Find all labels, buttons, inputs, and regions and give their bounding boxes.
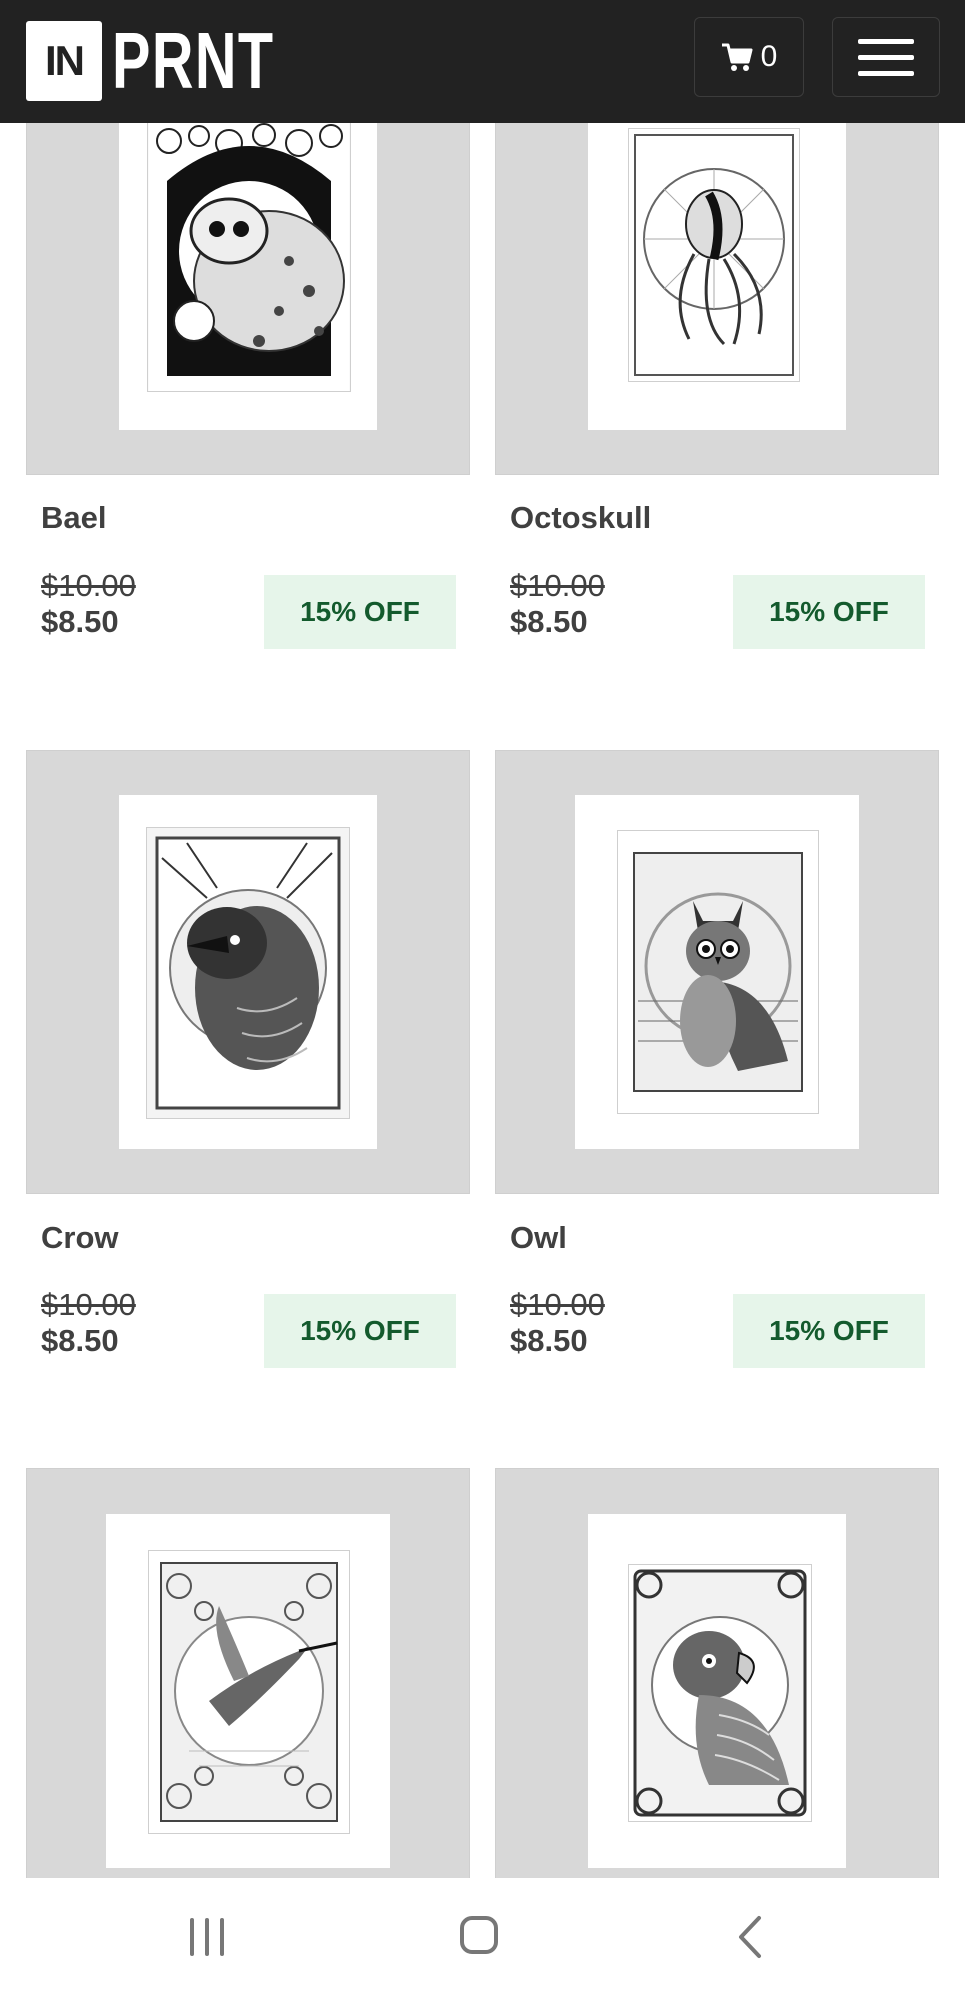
menu-button[interactable]	[832, 17, 940, 97]
print-mat	[588, 1514, 846, 1868]
parrot-artwork	[629, 1565, 811, 1821]
logo-box: IN	[26, 21, 102, 101]
product-image-frame[interactable]	[26, 1468, 470, 1888]
recent-apps-icon[interactable]	[186, 1918, 228, 1958]
original-price: $10.00	[510, 1287, 605, 1322]
discount-badge: 15% OFF	[733, 1294, 925, 1368]
product-image-frame[interactable]	[495, 1468, 939, 1888]
cart-count: 0	[760, 40, 778, 73]
system-nav-bar	[0, 1878, 965, 2000]
product-title[interactable]: Crow	[41, 1220, 119, 1256]
crow-artwork	[147, 828, 349, 1118]
back-icon[interactable]	[735, 1914, 765, 1960]
sale-price: $8.50	[41, 604, 119, 639]
artwork-image	[628, 128, 800, 382]
hummingbird-artwork	[149, 1551, 349, 1833]
product-image-frame[interactable]	[26, 750, 470, 1194]
hamburger-menu-icon	[858, 38, 914, 44]
discount-badge: 15% OFF	[264, 1294, 456, 1368]
original-price: $10.00	[41, 568, 136, 603]
cart-icon	[721, 43, 753, 71]
discount-badge: 15% OFF	[264, 575, 456, 649]
octoskull-artwork	[629, 129, 799, 381]
artwork-image	[617, 830, 819, 1114]
artwork-image	[628, 1564, 812, 1822]
print-mat	[119, 100, 377, 430]
sale-price: $8.50	[41, 1323, 119, 1358]
original-price: $10.00	[510, 568, 605, 603]
discount-badge: 15% OFF	[733, 575, 925, 649]
bael-artwork	[149, 121, 349, 391]
original-price: $10.00	[41, 1287, 136, 1322]
product-title[interactable]: Owl	[510, 1220, 567, 1256]
home-icon[interactable]	[460, 1916, 498, 1954]
artwork-image	[146, 827, 350, 1119]
product-title[interactable]: Octoskull	[510, 500, 651, 536]
print-mat	[106, 1514, 390, 1868]
owl-artwork	[618, 831, 818, 1113]
logo-text: PRNT	[112, 16, 275, 105]
artwork-image	[147, 120, 351, 392]
print-mat	[119, 795, 377, 1149]
artwork-image	[148, 1550, 350, 1834]
product-image-frame[interactable]	[495, 750, 939, 1194]
hamburger-line	[858, 70, 914, 76]
cart-button[interactable]: 0	[694, 17, 804, 97]
print-mat	[588, 100, 846, 430]
sale-price: $8.50	[510, 1323, 588, 1358]
print-mat	[575, 795, 859, 1149]
site-header: IN PRNT 0	[0, 0, 965, 123]
product-title[interactable]: Bael	[41, 500, 106, 536]
sale-price: $8.50	[510, 604, 588, 639]
inprnt-logo[interactable]: IN PRNT	[26, 20, 338, 102]
hamburger-line	[858, 54, 914, 60]
